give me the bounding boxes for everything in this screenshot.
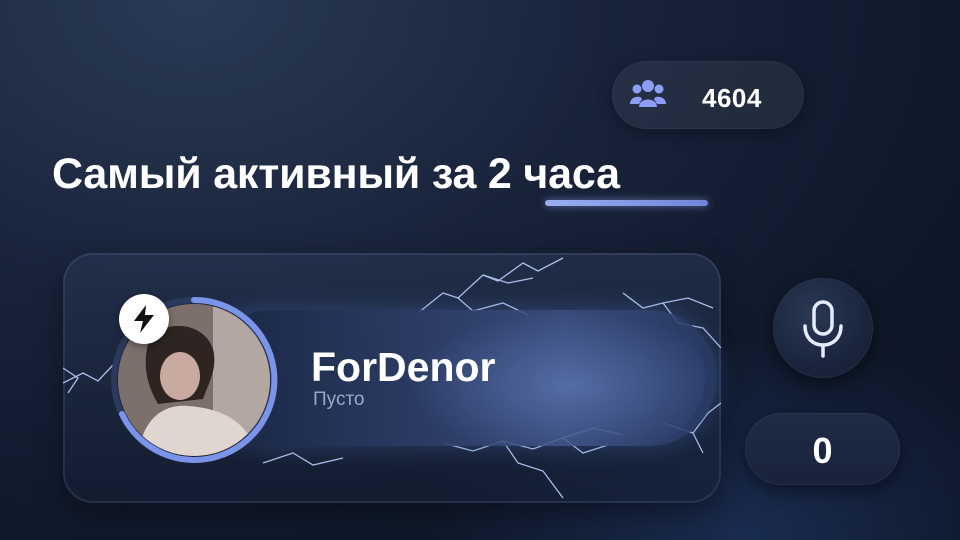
microphone-button[interactable]	[773, 278, 873, 378]
lightning-icon	[134, 305, 154, 333]
members-count: 4604	[702, 83, 762, 113]
title-accent: 2 часа	[487, 150, 620, 198]
members-counter: 4604	[612, 61, 804, 129]
username: ForDenor	[311, 344, 496, 390]
voice-counter: 0	[745, 413, 900, 485]
group-icon	[630, 80, 666, 107]
title-prefix: Самый активный за	[52, 150, 488, 198]
microphone-icon	[803, 300, 843, 358]
title-underline	[545, 200, 708, 206]
voice-count: 0	[812, 430, 833, 471]
page-title: Самый активный за 2 часа	[52, 150, 620, 199]
activity-badge	[119, 294, 169, 344]
user-status: Пусто	[313, 389, 365, 410]
